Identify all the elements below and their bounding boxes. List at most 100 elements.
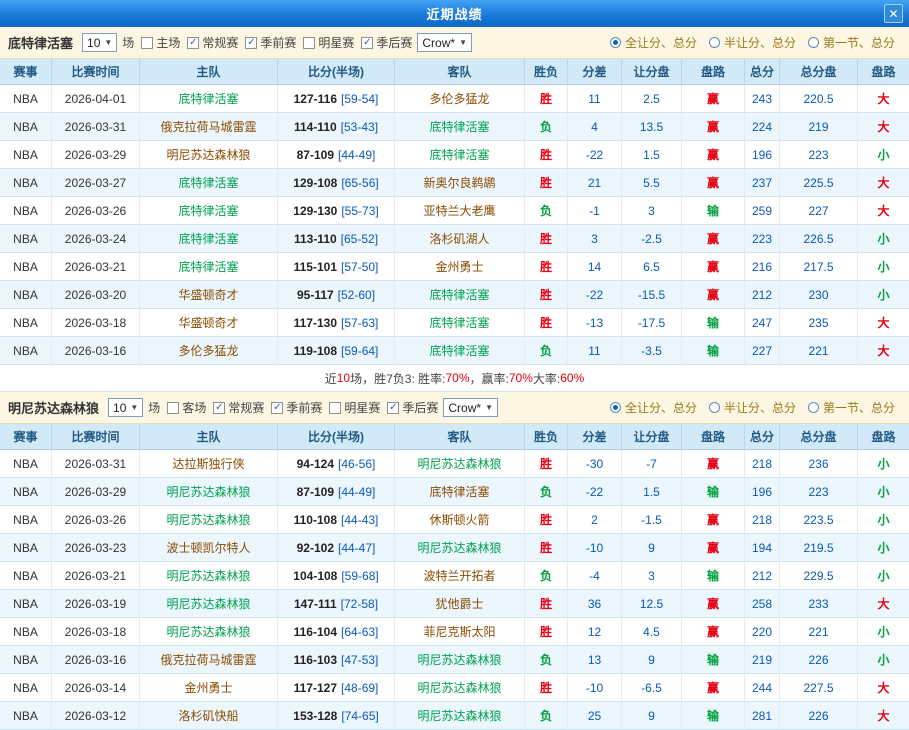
filter-checkbox[interactable]: 季后赛 bbox=[387, 399, 438, 416]
filter-radio[interactable]: 半让分、总分 bbox=[709, 399, 796, 416]
home-team-cell[interactable]: 洛杉矶快船 bbox=[140, 702, 278, 730]
away-team-cell[interactable]: 底特律活塞 bbox=[395, 478, 525, 506]
home-team-cell[interactable]: 明尼苏达森林狼 bbox=[140, 478, 278, 506]
away-team-cell[interactable]: 新奥尔良鹈鹕 bbox=[395, 169, 525, 197]
away-team-cell[interactable]: 亚特兰大老鹰 bbox=[395, 197, 525, 225]
league-cell: NBA bbox=[0, 281, 52, 309]
handicap-line-cell: -7 bbox=[622, 450, 682, 478]
company-select[interactable]: Crow*▼ bbox=[417, 33, 472, 52]
result-cell: 胜 bbox=[525, 85, 568, 113]
filter-radio[interactable]: 全让分、总分 bbox=[610, 399, 697, 416]
total-result-cell: 大 bbox=[858, 337, 909, 365]
away-team-cell[interactable]: 犹他爵士 bbox=[395, 590, 525, 618]
column-header: 分差 bbox=[568, 424, 622, 450]
away-team-cell[interactable]: 底特律活塞 bbox=[395, 281, 525, 309]
home-team-cell[interactable]: 底特律活塞 bbox=[140, 169, 278, 197]
home-team-cell[interactable]: 明尼苏达森林狼 bbox=[140, 618, 278, 646]
home-team-cell[interactable]: 多伦多猛龙 bbox=[140, 337, 278, 365]
half-score-text: [72-58] bbox=[341, 597, 378, 611]
away-team-cell[interactable]: 休斯顿火箭 bbox=[395, 506, 525, 534]
home-team-cell[interactable]: 底特律活塞 bbox=[140, 85, 278, 113]
table-header: 赛事比赛时间主队比分(半场)客队胜负分差让分盘盘路总分总分盘盘路 bbox=[0, 59, 909, 85]
home-team-cell[interactable]: 波士顿凯尔特人 bbox=[140, 534, 278, 562]
league-cell: NBA bbox=[0, 702, 52, 730]
home-team-cell[interactable]: 底特律活塞 bbox=[140, 253, 278, 281]
away-team-cell[interactable]: 底特律活塞 bbox=[395, 141, 525, 169]
away-team-cell[interactable]: 金州勇士 bbox=[395, 253, 525, 281]
date-cell: 2026-03-29 bbox=[52, 478, 140, 506]
half-score-text: [53-43] bbox=[341, 120, 378, 134]
home-team-cell[interactable]: 华盛顿奇才 bbox=[140, 281, 278, 309]
games-count-value: 10 bbox=[113, 401, 126, 415]
handicap-line-cell: -1.5 bbox=[622, 506, 682, 534]
filter-checkbox[interactable]: 常规赛 bbox=[187, 34, 238, 51]
home-team-cell[interactable]: 明尼苏达森林狼 bbox=[140, 590, 278, 618]
filter-checkbox[interactable]: 季前赛 bbox=[245, 34, 296, 51]
score-cell: 115-101[57-50] bbox=[278, 253, 395, 281]
away-team-cell[interactable]: 明尼苏达森林狼 bbox=[395, 702, 525, 730]
away-team-cell[interactable]: 底特律活塞 bbox=[395, 113, 525, 141]
close-icon: ✕ bbox=[888, 7, 898, 21]
away-team-cell[interactable]: 明尼苏达森林狼 bbox=[395, 646, 525, 674]
home-team-cell[interactable]: 底特律活塞 bbox=[140, 225, 278, 253]
chevron-down-icon: ▼ bbox=[459, 38, 467, 47]
away-team-cell[interactable]: 波特兰开拓者 bbox=[395, 562, 525, 590]
away-team-cell[interactable]: 多伦多猛龙 bbox=[395, 85, 525, 113]
total-points-cell: 216 bbox=[745, 253, 780, 281]
home-team-cell[interactable]: 俄克拉荷马城雷霆 bbox=[140, 113, 278, 141]
half-score-text: [44-43] bbox=[341, 513, 378, 527]
away-team-cell[interactable]: 洛杉矶湖人 bbox=[395, 225, 525, 253]
home-team-cell[interactable]: 俄克拉荷马城雷霆 bbox=[140, 646, 278, 674]
filter-checkbox[interactable]: 客场 bbox=[167, 399, 206, 416]
diff-cell: 4 bbox=[568, 113, 622, 141]
filter-checkbox[interactable]: 明星赛 bbox=[329, 399, 380, 416]
column-header: 胜负 bbox=[525, 424, 568, 450]
radio-icon bbox=[808, 402, 819, 413]
away-team-cell[interactable]: 明尼苏达森林狼 bbox=[395, 674, 525, 702]
result-cell: 胜 bbox=[525, 534, 568, 562]
home-team-cell[interactable]: 华盛顿奇才 bbox=[140, 309, 278, 337]
total-line-cell: 219.5 bbox=[780, 534, 858, 562]
filter-checkbox[interactable]: 常规赛 bbox=[213, 399, 264, 416]
handicap-line-cell: -17.5 bbox=[622, 309, 682, 337]
close-button[interactable]: ✕ bbox=[884, 4, 903, 23]
away-team-cell[interactable]: 明尼苏达森林狼 bbox=[395, 534, 525, 562]
filter-checkbox[interactable]: 主场 bbox=[141, 34, 180, 51]
games-count-select[interactable]: 10▼ bbox=[82, 33, 117, 52]
games-suffix-label: 场 bbox=[122, 34, 134, 51]
games-count-select[interactable]: 10▼ bbox=[108, 398, 143, 417]
home-team-cell[interactable]: 达拉斯独行侠 bbox=[140, 450, 278, 478]
filter-radio[interactable]: 第一节、总分 bbox=[808, 399, 895, 416]
filter-radio[interactable]: 第一节、总分 bbox=[808, 34, 895, 51]
radio-label: 第一节、总分 bbox=[823, 34, 895, 51]
total-line-cell: 226 bbox=[780, 646, 858, 674]
total-points-cell: 219 bbox=[745, 646, 780, 674]
handicap-result-cell: 输 bbox=[682, 646, 745, 674]
total-points-cell: 218 bbox=[745, 450, 780, 478]
filter-radio[interactable]: 全让分、总分 bbox=[610, 34, 697, 51]
company-select[interactable]: Crow*▼ bbox=[443, 398, 498, 417]
home-team-cell[interactable]: 明尼苏达森林狼 bbox=[140, 562, 278, 590]
home-team-cell[interactable]: 底特律活塞 bbox=[140, 197, 278, 225]
away-team-cell[interactable]: 底特律活塞 bbox=[395, 337, 525, 365]
home-team-cell[interactable]: 明尼苏达森林狼 bbox=[140, 141, 278, 169]
away-team-cell[interactable]: 底特律活塞 bbox=[395, 309, 525, 337]
total-result-cell: 大 bbox=[858, 169, 909, 197]
away-team-cell[interactable]: 菲尼克斯太阳 bbox=[395, 618, 525, 646]
handicap-line-cell: -15.5 bbox=[622, 281, 682, 309]
score-text: 153-128 bbox=[293, 709, 337, 723]
filter-checkbox[interactable]: 明星赛 bbox=[303, 34, 354, 51]
table-body: NBA 2026-04-01 底特律活塞 127-116[59-54] 多伦多猛… bbox=[0, 85, 909, 365]
half-score-text: [64-63] bbox=[341, 625, 378, 639]
league-cell: NBA bbox=[0, 562, 52, 590]
filter-checkboxes: 客场 常规赛 季前赛 明星赛 季后赛 bbox=[167, 399, 438, 416]
total-result-cell: 小 bbox=[858, 478, 909, 506]
home-team-cell[interactable]: 明尼苏达森林狼 bbox=[140, 506, 278, 534]
home-team-cell[interactable]: 金州勇士 bbox=[140, 674, 278, 702]
handicap-line-cell: 2.5 bbox=[622, 85, 682, 113]
filter-radio[interactable]: 半让分、总分 bbox=[709, 34, 796, 51]
column-header: 总分盘 bbox=[780, 424, 858, 450]
filter-checkbox[interactable]: 季前赛 bbox=[271, 399, 322, 416]
away-team-cell[interactable]: 明尼苏达森林狼 bbox=[395, 450, 525, 478]
filter-checkbox[interactable]: 季后赛 bbox=[361, 34, 412, 51]
